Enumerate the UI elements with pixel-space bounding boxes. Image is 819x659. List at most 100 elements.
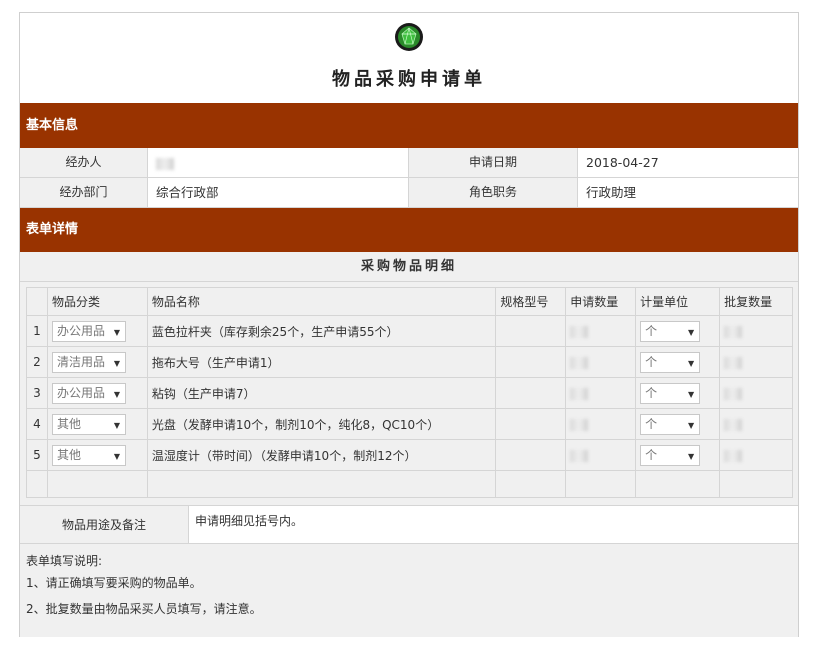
empty-cell — [46, 470, 148, 498]
section-basic-info: 基本信息 — [20, 103, 798, 148]
category-select-value: 清洁用品 — [56, 354, 105, 369]
item-name: 拖布大号（生产申请1） — [146, 346, 497, 378]
items-table: 物品分类 物品名称 规格型号 申请数量 计量单位 批复数量 1 办公用品 ▼ 蓝色… — [26, 287, 793, 498]
empty-cell — [146, 470, 497, 498]
redacted-qty — [570, 356, 589, 369]
redacted-qty — [724, 356, 743, 369]
row-index: 1 — [26, 315, 48, 347]
table-row-empty — [26, 470, 793, 498]
unit-select-value: 个 — [645, 416, 658, 431]
chevron-down-icon: ▼ — [687, 420, 695, 430]
item-name: 光盘（发酵申请10个，制剂10个，纯化8，QC10个） — [146, 408, 497, 440]
redacted-name — [156, 157, 174, 170]
redacted-qty — [724, 449, 743, 462]
unit-cell: 个 ▼ — [635, 315, 721, 347]
info-row-2: 经办部门 综合行政部 角色职务 行政助理 — [20, 178, 798, 208]
unit-select[interactable]: 个 ▼ — [640, 413, 701, 435]
row-index: 5 — [26, 439, 48, 471]
unit-cell: 个 ▼ — [635, 439, 721, 471]
col-unit: 计量单位 — [635, 287, 721, 316]
category-select-value: 其他 — [56, 447, 81, 462]
approved-qty-cell[interactable] — [719, 346, 793, 378]
chevron-down-icon: ▼ — [687, 389, 695, 399]
category-select-value: 其他 — [56, 416, 81, 431]
redacted-qty — [570, 449, 589, 462]
row-index: 4 — [26, 408, 48, 440]
item-name: 粘钩（生产申请7） — [146, 377, 497, 409]
category-select[interactable]: 办公用品 ▼ — [51, 320, 126, 342]
instruction-item: 1、请正确填写要采购的物品单。 — [26, 576, 202, 590]
spec-cell[interactable] — [495, 346, 567, 378]
unit-select-value: 个 — [645, 354, 658, 369]
category-cell: 其他 ▼ — [46, 408, 148, 440]
category-select[interactable]: 其他 ▼ — [51, 413, 126, 435]
category-cell: 办公用品 ▼ — [46, 377, 148, 409]
category-select[interactable]: 办公用品 ▼ — [51, 382, 126, 404]
row-index: 2 — [26, 346, 48, 378]
handler-label: 经办人 — [20, 148, 148, 177]
category-cell: 办公用品 ▼ — [46, 315, 148, 347]
chevron-down-icon: ▼ — [113, 327, 120, 337]
notes-label: 物品用途及备注 — [20, 506, 189, 543]
unit-select[interactable]: 个 ▼ — [640, 351, 701, 373]
notes-row: 物品用途及备注 申请明细见括号内。 — [20, 506, 798, 544]
unit-select[interactable]: 个 ▼ — [640, 444, 701, 466]
form-header: 物品采购申请单 — [20, 13, 798, 103]
info-row-1: 经办人 申请日期 2018-04-27 — [20, 148, 798, 178]
notes-value[interactable]: 申请明细见括号内。 — [189, 506, 798, 543]
spec-cell[interactable] — [495, 377, 567, 409]
item-name: 温湿度计（带时间）（发酵申请10个，制剂12个） — [146, 439, 497, 471]
category-select[interactable]: 清洁用品 ▼ — [51, 351, 126, 373]
col-index — [26, 287, 48, 316]
request-qty-cell[interactable] — [565, 377, 637, 409]
approved-qty-cell[interactable] — [719, 315, 793, 347]
col-request-qty: 申请数量 — [565, 287, 637, 316]
category-cell: 其他 ▼ — [46, 439, 148, 471]
spec-cell[interactable] — [495, 439, 567, 471]
request-qty-cell[interactable] — [565, 315, 637, 347]
chevron-down-icon: ▼ — [113, 358, 120, 368]
chevron-down-icon: ▼ — [687, 451, 695, 461]
chevron-down-icon: ▼ — [113, 451, 120, 461]
row-index: 3 — [26, 377, 48, 409]
chevron-down-icon: ▼ — [113, 389, 120, 399]
unit-select[interactable]: 个 ▼ — [640, 320, 701, 342]
table-header-row: 物品分类 物品名称 规格型号 申请数量 计量单位 批复数量 — [26, 287, 793, 316]
empty-cell — [26, 470, 48, 498]
table-row: 4 其他 ▼ 光盘（发酵申请10个，制剂10个，纯化8，QC10个） 个 ▼ — [26, 408, 793, 440]
request-qty-cell[interactable] — [565, 439, 637, 471]
chevron-down-icon: ▼ — [687, 358, 695, 368]
table-row: 3 办公用品 ▼ 粘钩（生产申请7） 个 ▼ — [26, 377, 793, 409]
spec-cell[interactable] — [495, 315, 567, 347]
handler-value — [148, 148, 409, 177]
redacted-qty — [570, 387, 589, 400]
approved-qty-cell[interactable] — [719, 408, 793, 440]
unit-cell: 个 ▼ — [635, 408, 721, 440]
chevron-down-icon: ▼ — [687, 327, 695, 337]
request-qty-cell[interactable] — [565, 408, 637, 440]
approved-qty-cell[interactable] — [719, 439, 793, 471]
category-select-value: 办公用品 — [56, 323, 105, 338]
spec-cell[interactable] — [495, 408, 567, 440]
section-form-detail: 表单详情 — [20, 208, 798, 252]
redacted-qty — [724, 325, 743, 338]
category-select[interactable]: 其他 ▼ — [51, 444, 126, 466]
page-title: 物品采购申请单 — [332, 69, 486, 90]
col-name: 物品名称 — [146, 287, 497, 316]
instruction-item: 2、批复数量由物品采买人员填写，请注意。 — [26, 602, 262, 616]
approved-qty-cell[interactable] — [719, 377, 793, 409]
unit-select-value: 个 — [645, 385, 658, 400]
item-name: 蓝色拉杆夹（库存剩余25个，生产申请55个） — [146, 315, 497, 347]
request-qty-cell[interactable] — [565, 346, 637, 378]
redacted-qty — [570, 418, 589, 431]
detail-area: 采购物品明细 物品分类 物品名称 规格型号 申请数量 计量单位 批复数量 1 办… — [20, 252, 798, 506]
category-cell: 清洁用品 ▼ — [46, 346, 148, 378]
date-value: 2018-04-27 — [578, 148, 798, 177]
unit-cell: 个 ▼ — [635, 346, 721, 378]
date-label: 申请日期 — [409, 148, 578, 177]
form-frame: 物品采购申请单 基本信息 经办人 申请日期 2018-04-27 经办部门 综合… — [19, 12, 799, 637]
dept-value: 综合行政部 — [148, 178, 409, 207]
unit-select-value: 个 — [645, 447, 658, 462]
col-category: 物品分类 — [46, 287, 148, 316]
unit-select[interactable]: 个 ▼ — [640, 382, 701, 404]
